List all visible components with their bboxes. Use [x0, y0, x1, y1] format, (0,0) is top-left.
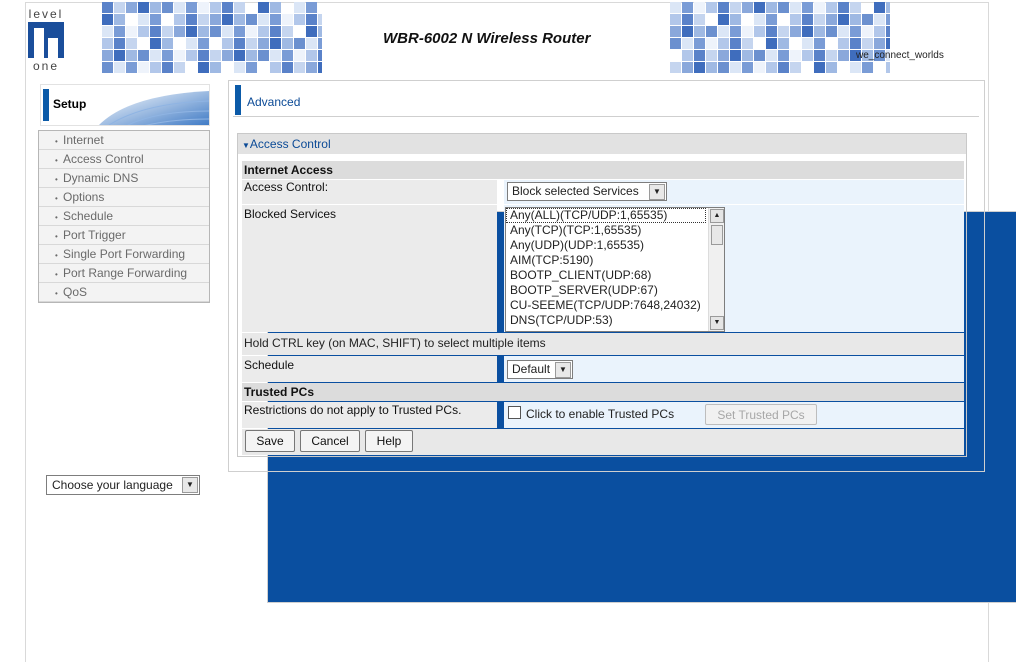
list-item[interactable]: DNS(TCP/UDP:53)	[506, 313, 706, 328]
sidebar-item-label: Internet	[63, 133, 104, 147]
sidebar-item-single-port-forwarding[interactable]: • Single Port Forwarding	[39, 245, 209, 264]
list-item[interactable]: Any(UDP)(UDP:1,65535)	[506, 238, 706, 253]
sidebar-item-port-range-forwarding[interactable]: • Port Range Forwarding	[39, 264, 209, 283]
bullet-icon: •	[55, 175, 58, 184]
bullet-icon: •	[55, 156, 58, 165]
trusted-pcs-checkbox[interactable]	[508, 406, 521, 419]
list-item[interactable]: AIM(TCP:5190)	[506, 253, 706, 268]
sidebar-item-label: Dynamic DNS	[63, 171, 139, 185]
list-item[interactable]: Any(TCP)(TCP:1,65535)	[506, 223, 706, 238]
sidebar-menu: •Setup Wizard•LAN•Mode▶Wireless•Password…	[38, 130, 1016, 603]
services-list: Any(ALL)(TCP/UDP:1,65535) Any(TCP)(TCP:1,…	[506, 208, 724, 328]
main-accent-bar	[235, 85, 241, 115]
sidebar-item-label: Port Trigger	[63, 228, 126, 242]
schedule-value-cell: Default ▼	[504, 356, 964, 382]
trusted-pcs-value-cell: Click to enable Trusted PCs Set Trusted …	[504, 402, 964, 428]
sidebar-item-label: Port Range Forwarding	[63, 266, 188, 280]
access-control-panel: ▼Access Control Internet Access Access C…	[237, 133, 967, 457]
bullet-icon: •	[55, 194, 58, 203]
bullet-icon: •	[55, 289, 58, 298]
page-title: Advanced	[247, 95, 301, 109]
setup-banner: Setup	[40, 84, 210, 126]
sidebar-item-label: Access Control	[63, 152, 144, 166]
chevron-down-icon[interactable]: ▼	[649, 184, 665, 200]
list-item[interactable]: Any(ALL)(TCP/UDP:1,65535)	[506, 208, 706, 223]
sidebar-section-title: Setup	[53, 97, 87, 111]
trusted-pcs-checkbox-label[interactable]: Click to enable Trusted PCs	[526, 407, 674, 421]
schedule-row: Schedule Default ▼	[242, 356, 964, 382]
access-control-select-value: Block selected Services	[512, 184, 639, 198]
blocked-services-row: Blocked Services Any(ALL)(TCP/UDP:1,6553…	[242, 205, 964, 332]
trusted-pcs-heading: Trusted PCs	[242, 383, 964, 401]
slogan: we_connect_worlds	[856, 50, 944, 61]
brand-logo: level one	[25, 8, 67, 72]
sidebar-item-options[interactable]: • Options	[39, 188, 209, 207]
sidebar-item-qos[interactable]: • QoS	[39, 283, 209, 302]
bullet-icon: •	[55, 270, 58, 279]
header-mosaic-left	[102, 2, 322, 74]
set-trusted-pcs-button[interactable]: Set Trusted PCs	[705, 404, 817, 425]
triangle-down-icon: ▼	[242, 141, 250, 150]
access-control-row: Access Control: Block selected Services …	[242, 180, 964, 204]
listbox-scrollbar[interactable]: ▲ ▼	[708, 208, 724, 331]
trusted-pcs-row: Restrictions do not apply to Trusted PCs…	[242, 402, 964, 428]
bullet-icon: •	[55, 213, 58, 222]
main-header: Advanced	[233, 83, 979, 117]
blocked-services-label: Blocked Services	[242, 205, 497, 332]
logo-text-top: level	[28, 7, 64, 21]
access-control-value-cell: Block selected Services ▼	[504, 180, 964, 204]
sidebar-item-label: Single Port Forwarding	[63, 247, 186, 261]
chevron-down-icon[interactable]: ▼	[555, 362, 571, 378]
help-button[interactable]: Help	[365, 430, 413, 452]
trusted-pcs-note: Restrictions do not apply to Trusted PCs…	[242, 402, 497, 428]
blocked-services-listbox[interactable]: Any(ALL)(TCP/UDP:1,65535) Any(TCP)(TCP:1,…	[505, 207, 725, 332]
access-control-select[interactable]: Block selected Services ▼	[507, 182, 667, 201]
schedule-select-value: Default	[512, 362, 551, 376]
bullet-icon: •	[55, 251, 58, 260]
sidebar-item-label: QoS	[63, 285, 88, 299]
panel-title-text: Access Control	[249, 137, 331, 151]
scroll-up-icon[interactable]: ▲	[710, 209, 724, 223]
cancel-button[interactable]: Cancel	[300, 430, 360, 452]
language-select-value: Choose your language	[52, 478, 173, 492]
banner-accent-bar	[43, 89, 49, 121]
list-item[interactable]: BOOTP_CLIENT(UDP:68)	[506, 268, 706, 283]
sidebar-item-schedule[interactable]: • Schedule	[39, 207, 209, 226]
scroll-down-icon[interactable]: ▼	[710, 316, 724, 330]
sidebar-item-port-trigger[interactable]: • Port Trigger	[39, 226, 209, 245]
list-item[interactable]: BOOTP_SERVER(UDP:67)	[506, 283, 706, 298]
panel-title[interactable]: ▼Access Control	[238, 134, 966, 154]
chevron-down-icon[interactable]: ▼	[182, 477, 198, 493]
language-select[interactable]: Choose your language ▼	[46, 475, 200, 495]
bullet-icon: •	[55, 232, 58, 241]
sidebar-item-access-control[interactable]: • Access Control	[39, 150, 209, 169]
header-mosaic-right	[670, 2, 890, 74]
button-bar: Save Cancel Help	[242, 429, 964, 455]
sidebar-item-internet[interactable]: • Internet	[39, 131, 209, 150]
sidebar-item-dynamic-dns[interactable]: • Dynamic DNS	[39, 169, 209, 188]
internet-access-heading: Internet Access	[242, 161, 964, 179]
logo-mark-icon	[28, 22, 64, 58]
multi-select-hint: Hold CTRL key (on MAC, SHIFT) to select …	[242, 333, 964, 355]
router-title: WBR-6002 N Wireless Router	[383, 30, 591, 47]
save-button[interactable]: Save	[245, 430, 295, 452]
logo-text-bottom: one	[32, 59, 60, 73]
sidebar-item-label: Options	[63, 190, 105, 204]
schedule-select[interactable]: Default ▼	[507, 360, 573, 379]
list-item[interactable]: CU-SEEME(TCP/UDP:7648,24032)	[506, 298, 706, 313]
bullet-icon: •	[55, 137, 58, 146]
access-control-label: Access Control:	[242, 180, 497, 204]
scroll-thumb[interactable]	[711, 225, 723, 245]
sidebar-item-label: Schedule	[63, 209, 114, 223]
banner-keyboard-icon	[99, 91, 209, 125]
schedule-label: Schedule	[242, 356, 497, 382]
